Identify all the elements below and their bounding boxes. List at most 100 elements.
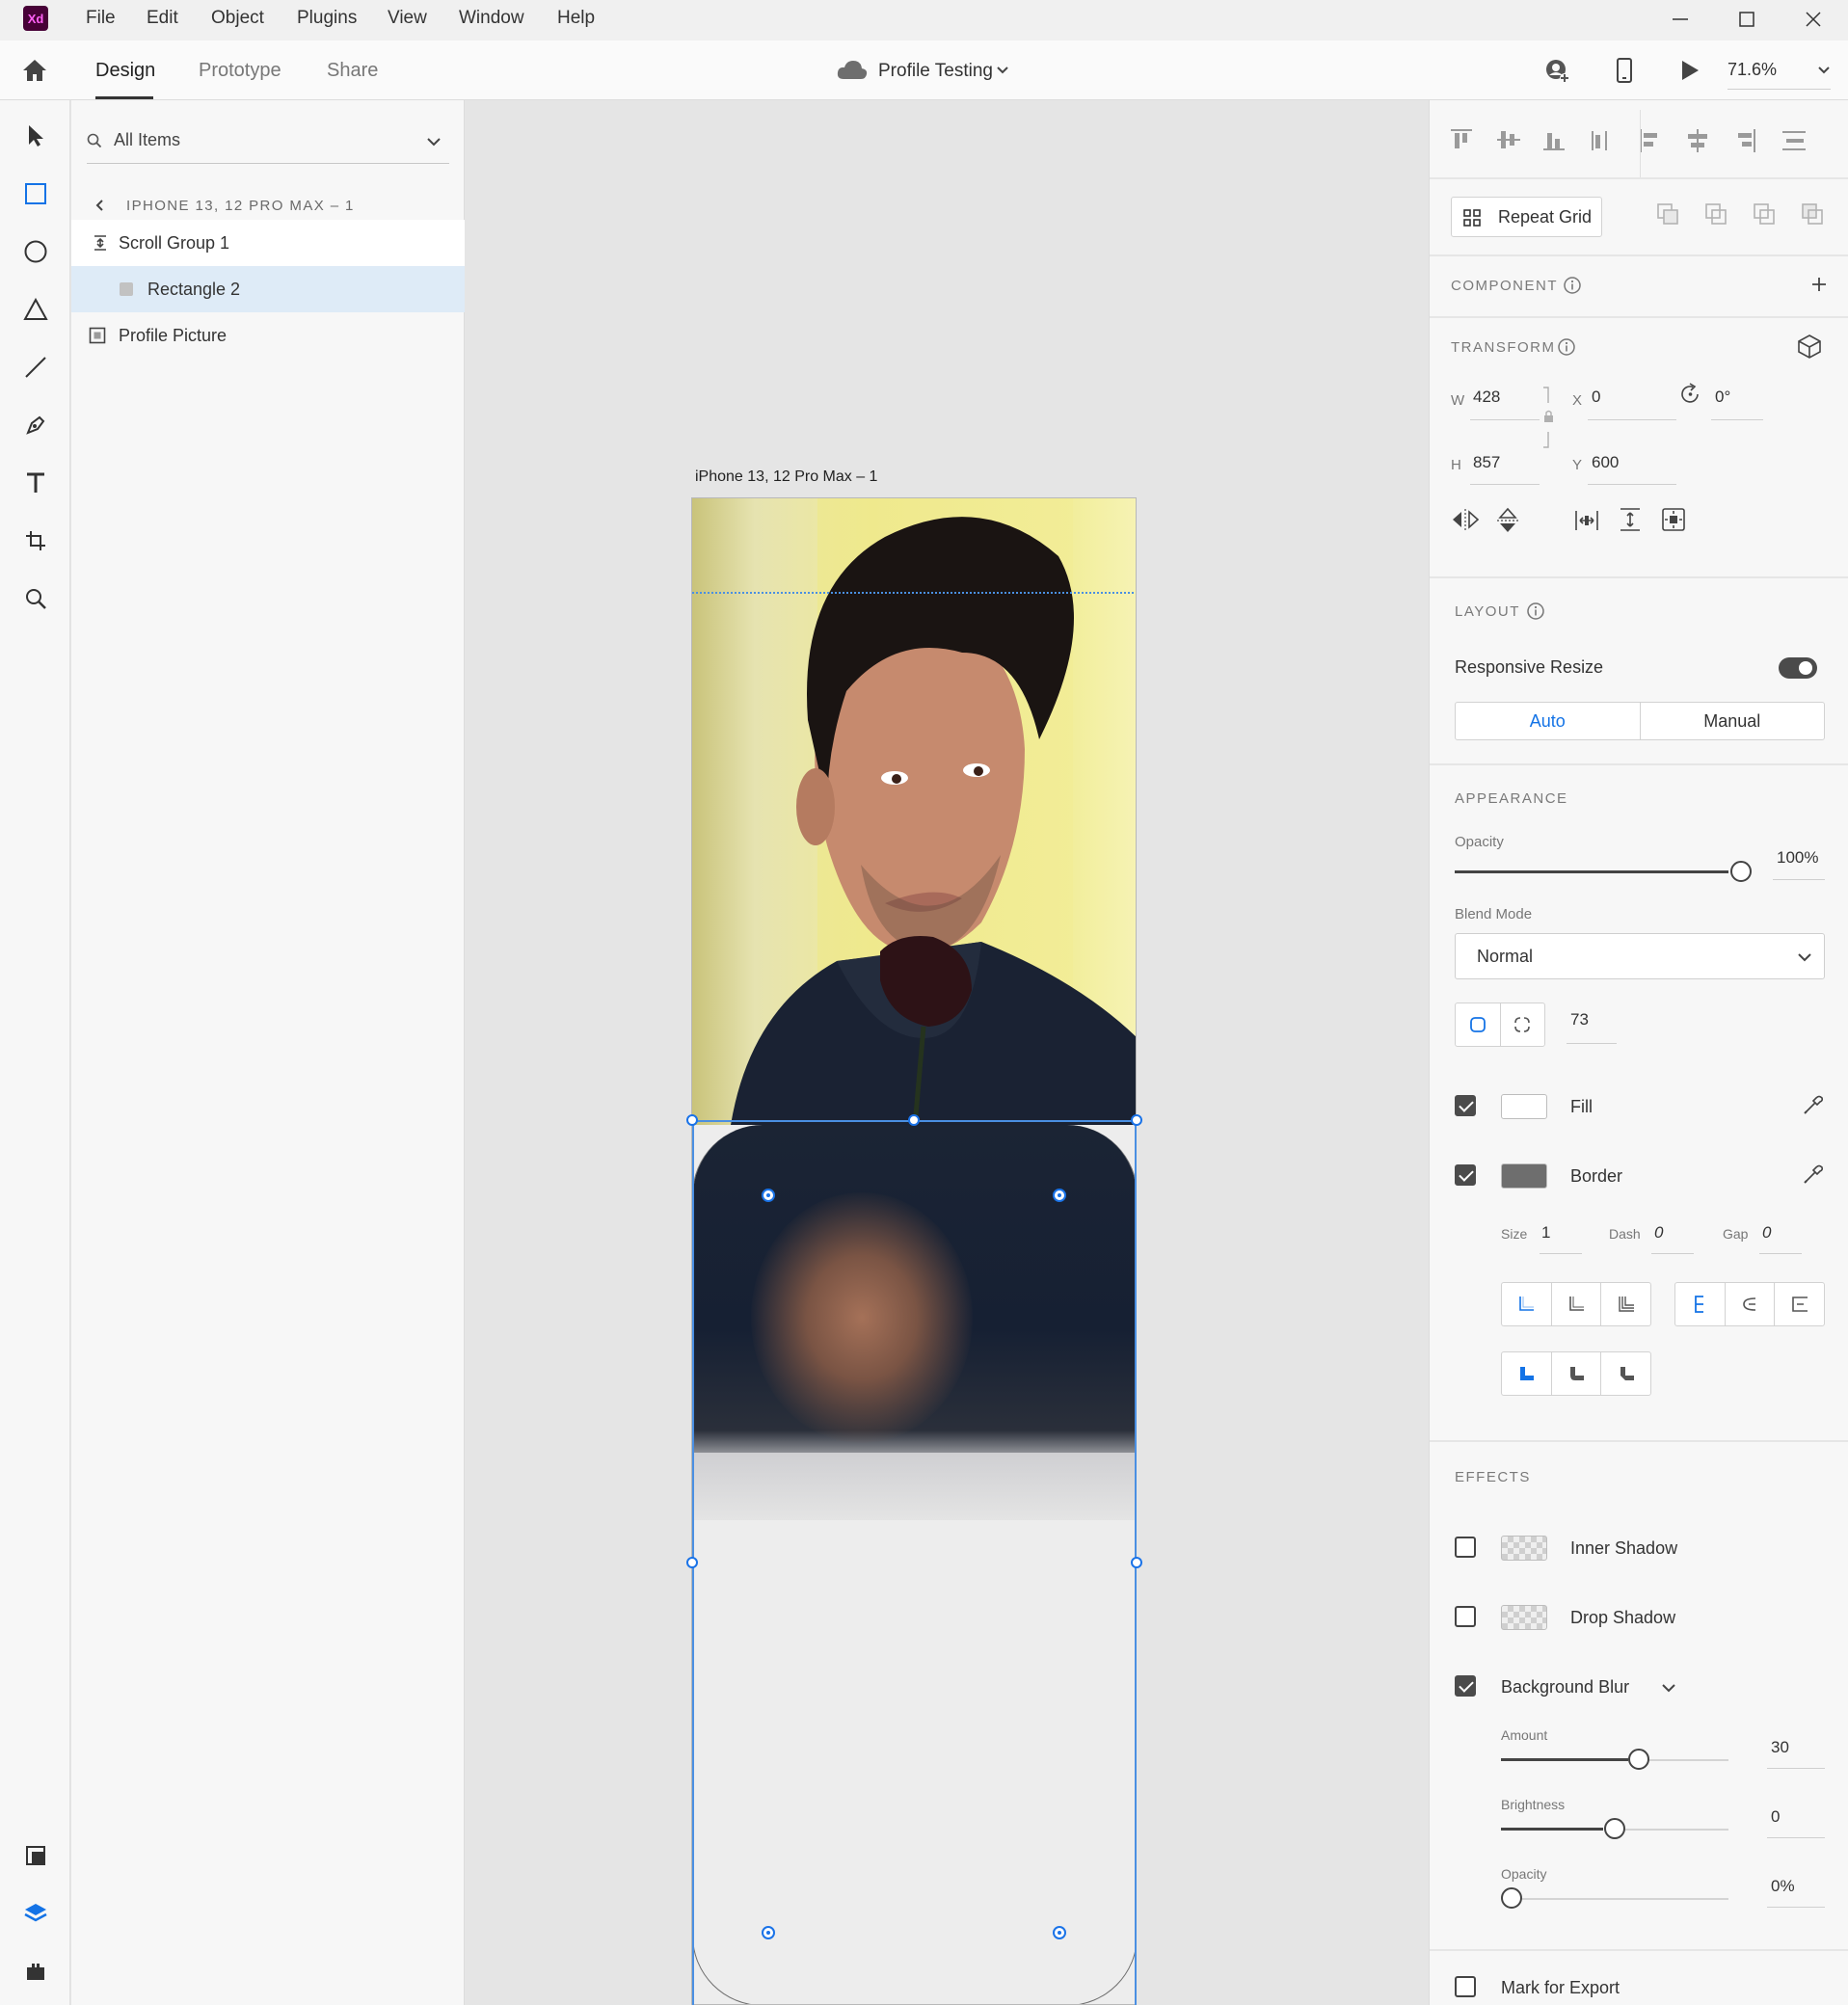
tab-design[interactable]: Design (95, 60, 155, 82)
brightness-slider-knob[interactable] (1604, 1818, 1625, 1839)
drop-shadow-checkbox[interactable] (1455, 1606, 1476, 1627)
corner-radius-input[interactable]: 73 (1570, 1010, 1589, 1029)
resize-handle-top-left[interactable] (686, 1114, 698, 1126)
select-tool-icon[interactable] (21, 121, 50, 150)
border-inner-button[interactable] (1675, 1283, 1726, 1325)
menu-edit[interactable]: Edit (147, 8, 178, 29)
corner-radius-handle[interactable] (762, 1926, 775, 1939)
fill-color-swatch[interactable] (1501, 1094, 1547, 1119)
plugins-icon[interactable] (21, 1957, 50, 1986)
artboard-title[interactable]: iPhone 13, 12 Pro Max – 1 (695, 468, 877, 486)
resize-handle-top[interactable] (908, 1114, 920, 1126)
distribute-vertical-icon[interactable] (1619, 507, 1642, 532)
height-input[interactable]: 857 (1473, 453, 1500, 472)
blend-mode-select[interactable]: Normal (1455, 933, 1825, 979)
blur-opacity-slider-track[interactable] (1522, 1898, 1728, 1900)
back-chevron-icon[interactable] (94, 199, 104, 212)
fill-checkbox[interactable] (1455, 1095, 1476, 1116)
uniform-corner-button[interactable] (1456, 1003, 1501, 1046)
text-tool-icon[interactable] (21, 468, 50, 497)
rotate-icon[interactable] (1678, 382, 1703, 407)
corner-radius-handle[interactable] (1053, 1189, 1066, 1202)
maximize-icon[interactable] (1737, 10, 1756, 29)
manual-button[interactable]: Manual (1641, 703, 1825, 739)
menu-plugins[interactable]: Plugins (297, 8, 357, 29)
design-canvas[interactable]: iPhone 13, 12 Pro Max – 1 (466, 100, 1429, 2005)
border-dash-input[interactable]: 0 (1654, 1223, 1663, 1243)
background-blur-checkbox[interactable] (1455, 1675, 1476, 1697)
responsive-resize-toggle[interactable] (1779, 657, 1817, 679)
blur-opacity-input[interactable]: 0% (1771, 1877, 1795, 1896)
zoom-chevron-icon[interactable] (1817, 66, 1831, 75)
document-title[interactable]: Profile Testing (878, 61, 993, 82)
fit-content-icon[interactable] (1661, 507, 1686, 532)
cap-butt-button[interactable] (1502, 1283, 1552, 1325)
menu-help[interactable]: Help (557, 8, 595, 29)
join-round-button[interactable] (1552, 1352, 1602, 1395)
layer-item-rectangle[interactable]: Rectangle 2 (71, 266, 465, 312)
tab-prototype[interactable]: Prototype (199, 60, 281, 82)
border-size-input[interactable]: 1 (1541, 1223, 1550, 1243)
info-icon[interactable] (1557, 337, 1576, 357)
search-input[interactable]: All Items (114, 130, 180, 150)
play-icon[interactable] (1679, 59, 1701, 82)
zoom-level[interactable]: 71.6% (1727, 60, 1777, 80)
device-preview-icon[interactable] (1615, 57, 1634, 84)
repeat-grid-button[interactable]: Repeat Grid (1451, 197, 1602, 237)
drop-shadow-swatch[interactable] (1501, 1605, 1547, 1630)
add-component-icon[interactable] (1810, 276, 1828, 293)
info-icon[interactable] (1563, 276, 1582, 295)
filter-chevron-icon[interactable] (426, 137, 442, 147)
menu-window[interactable]: Window (459, 8, 524, 29)
line-tool-icon[interactable] (21, 353, 50, 382)
assets-icon[interactable] (21, 1841, 50, 1870)
inner-shadow-checkbox[interactable] (1455, 1537, 1476, 1558)
inner-shadow-swatch[interactable] (1501, 1536, 1547, 1561)
corner-radius-handle[interactable] (1053, 1926, 1066, 1939)
brightness-input[interactable]: 0 (1771, 1807, 1780, 1827)
border-outer-button[interactable] (1726, 1283, 1776, 1325)
mark-for-export-checkbox[interactable] (1455, 1976, 1476, 1997)
eyedropper-icon[interactable] (1802, 1163, 1825, 1186)
blur-type-chevron-icon[interactable] (1661, 1683, 1676, 1693)
layers-icon[interactable] (21, 1899, 50, 1928)
resize-handle-right[interactable] (1131, 1557, 1142, 1568)
home-icon[interactable] (21, 58, 48, 83)
chevron-down-icon[interactable] (996, 66, 1009, 75)
3d-transform-icon[interactable] (1797, 334, 1822, 359)
menu-view[interactable]: View (388, 8, 427, 29)
individual-corner-button[interactable] (1501, 1003, 1545, 1046)
corner-radius-handle[interactable] (762, 1189, 775, 1202)
border-checkbox[interactable] (1455, 1164, 1476, 1186)
layers-search[interactable]: All Items (87, 116, 449, 164)
width-input[interactable]: 428 (1473, 388, 1500, 407)
ellipse-tool-icon[interactable] (21, 237, 50, 266)
menu-file[interactable]: File (86, 8, 116, 29)
invite-user-icon[interactable] (1543, 58, 1570, 85)
breadcrumb[interactable]: IPHONE 13, 12 PRO MAX – 1 (126, 198, 355, 214)
cap-square-button[interactable] (1601, 1283, 1650, 1325)
amount-input[interactable]: 30 (1771, 1738, 1789, 1757)
distribute-horizontal-icon[interactable] (1574, 509, 1599, 532)
join-bevel-button[interactable] (1601, 1352, 1650, 1395)
resize-handle-top-right[interactable] (1131, 1114, 1142, 1126)
menu-object[interactable]: Object (211, 8, 264, 29)
amount-slider-track[interactable] (1647, 1759, 1728, 1761)
minimize-icon[interactable] (1671, 10, 1690, 29)
blur-opacity-slider-knob[interactable] (1501, 1887, 1522, 1909)
rectangle-tool-icon[interactable] (21, 179, 50, 208)
polygon-tool-icon[interactable] (21, 295, 50, 324)
border-center-button[interactable] (1775, 1283, 1824, 1325)
y-input[interactable]: 600 (1592, 453, 1619, 472)
x-input[interactable]: 0 (1592, 388, 1600, 407)
border-gap-input[interactable]: 0 (1762, 1223, 1771, 1243)
info-icon[interactable] (1526, 602, 1545, 621)
zoom-tool-icon[interactable] (21, 584, 50, 613)
amount-slider-knob[interactable] (1628, 1749, 1649, 1770)
eyedropper-icon[interactable] (1802, 1093, 1825, 1116)
brightness-slider-track[interactable] (1622, 1829, 1728, 1831)
opacity-slider-knob[interactable] (1730, 861, 1752, 882)
cap-round-button[interactable] (1552, 1283, 1602, 1325)
layer-item-scroll-group[interactable]: Scroll Group 1 (71, 220, 465, 266)
lock-aspect-icon[interactable] (1541, 386, 1555, 453)
